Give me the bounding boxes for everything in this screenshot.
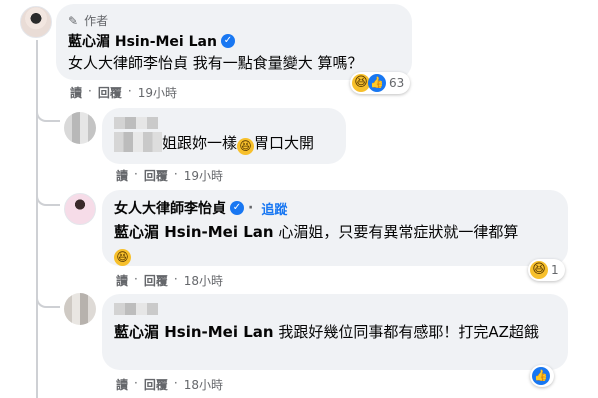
timestamp[interactable]: 19小時 [184,167,223,184]
comment-text: 藍心湄 Hsin-Mei Lan 心湄姐，只要有異常症狀就一律都算 [114,222,556,242]
name-text[interactable]: 藍心湄 Hsin-Mei Lan [68,31,217,51]
comment-text: 藍心湄 Hsin-Mei Lan 我跟好幾位同事都有感耶！打完AZ超餓 [114,322,554,342]
comment-bubble: 姐跟妳一樣 😆 胃口大開 [102,108,346,164]
commenter-name[interactable] [114,302,556,316]
read-button[interactable]: 讀 [70,84,82,101]
verified-icon: ✓ [220,34,235,48]
haha-icon: 😆 [114,249,131,266]
timestamp[interactable]: 19小時 [138,84,177,101]
blurred-name [114,117,158,129]
read-button[interactable]: 讀 [116,376,128,393]
comment-bubble: ✎ 作者 藍心湄 Hsin-Mei Lan ✓ 女人大律師李怡貞 我有一點食量變… [56,4,412,80]
thread-branch [36,100,60,122]
thread-branch [36,180,60,206]
comment-bubble: 女人大律師李怡貞 ✓ · 追蹤 藍心湄 Hsin-Mei Lan 心湄姐，只要有… [102,190,568,266]
reaction-summary[interactable]: 😆 1 [528,259,565,281]
commenter-name[interactable]: 女人大律師李怡貞 ✓ · 追蹤 [114,198,556,218]
text-part: 心湄姐，只要有異常症狀就一律都算 [273,223,519,241]
comment-actions: 讀 · 回覆 · 18小時 [116,272,223,289]
author-label: 作者 [84,14,109,28]
commenter-name[interactable] [114,116,334,130]
mention-link[interactable]: 藍心湄 Hsin-Mei Lan [114,223,274,241]
avatar[interactable] [64,193,96,225]
thread-line [36,40,38,398]
haha-icon: 😆 [237,138,255,155]
name-text[interactable]: 女人大律師李怡貞 [114,198,226,218]
mention-link[interactable]: 藍心湄 Hsin-Mei Lan [114,323,274,341]
author-badge: ✎ 作者 [68,12,400,29]
comment-bubble: 藍心湄 Hsin-Mei Lan 我跟好幾位同事都有感耶！打完AZ超餓 [102,294,568,370]
timestamp[interactable]: 18小時 [184,376,223,393]
read-button[interactable]: 讀 [116,167,128,184]
verified-icon: ✓ [230,201,244,215]
avatar[interactable] [64,112,96,144]
comment-text: 女人大律師李怡貞 我有一點食量變大 算嗎？ [68,54,363,72]
text-part: 我跟好幾位同事都有感耶！打完AZ超餓 [273,323,539,341]
comment-actions: 讀 · 回覆 · 19小時 [116,167,223,184]
text-part: 姐跟妳一樣 [162,134,238,152]
read-button[interactable]: 讀 [116,272,128,289]
reply-button[interactable]: 回覆 [144,272,168,289]
haha-icon: 😆 [530,261,548,279]
thread-branch [36,280,60,308]
blurred-mention [114,132,162,152]
reply-button[interactable]: 回覆 [144,376,168,393]
follow-button[interactable]: 追蹤 [261,199,287,218]
timestamp[interactable]: 18小時 [184,272,223,289]
avatar[interactable] [20,6,52,38]
reaction-summary[interactable]: 👍 [530,365,554,387]
comment-text-line2: 😆 [114,244,556,266]
comment-actions: 讀 · 回覆 · 19小時 [70,84,177,101]
avatar[interactable] [64,293,96,325]
comment-text: 姐跟妳一樣 😆 胃口大開 [114,132,334,155]
commenter-name[interactable]: 藍心湄 Hsin-Mei Lan ✓ [68,31,400,51]
like-icon: 👍 [368,74,386,92]
blurred-name [114,303,158,315]
reaction-count: 1 [551,263,559,277]
reply-button[interactable]: 回覆 [98,84,122,101]
comment-actions: 讀 · 回覆 · 18小時 [116,376,223,393]
reaction-count: 63 [389,76,405,90]
reply-button[interactable]: 回覆 [144,167,168,184]
like-icon: 👍 [532,367,550,385]
reaction-summary[interactable]: 😆 👍 63 [350,72,411,94]
pen-icon: ✎ [68,13,79,28]
text-part: 胃口大開 [254,134,315,152]
